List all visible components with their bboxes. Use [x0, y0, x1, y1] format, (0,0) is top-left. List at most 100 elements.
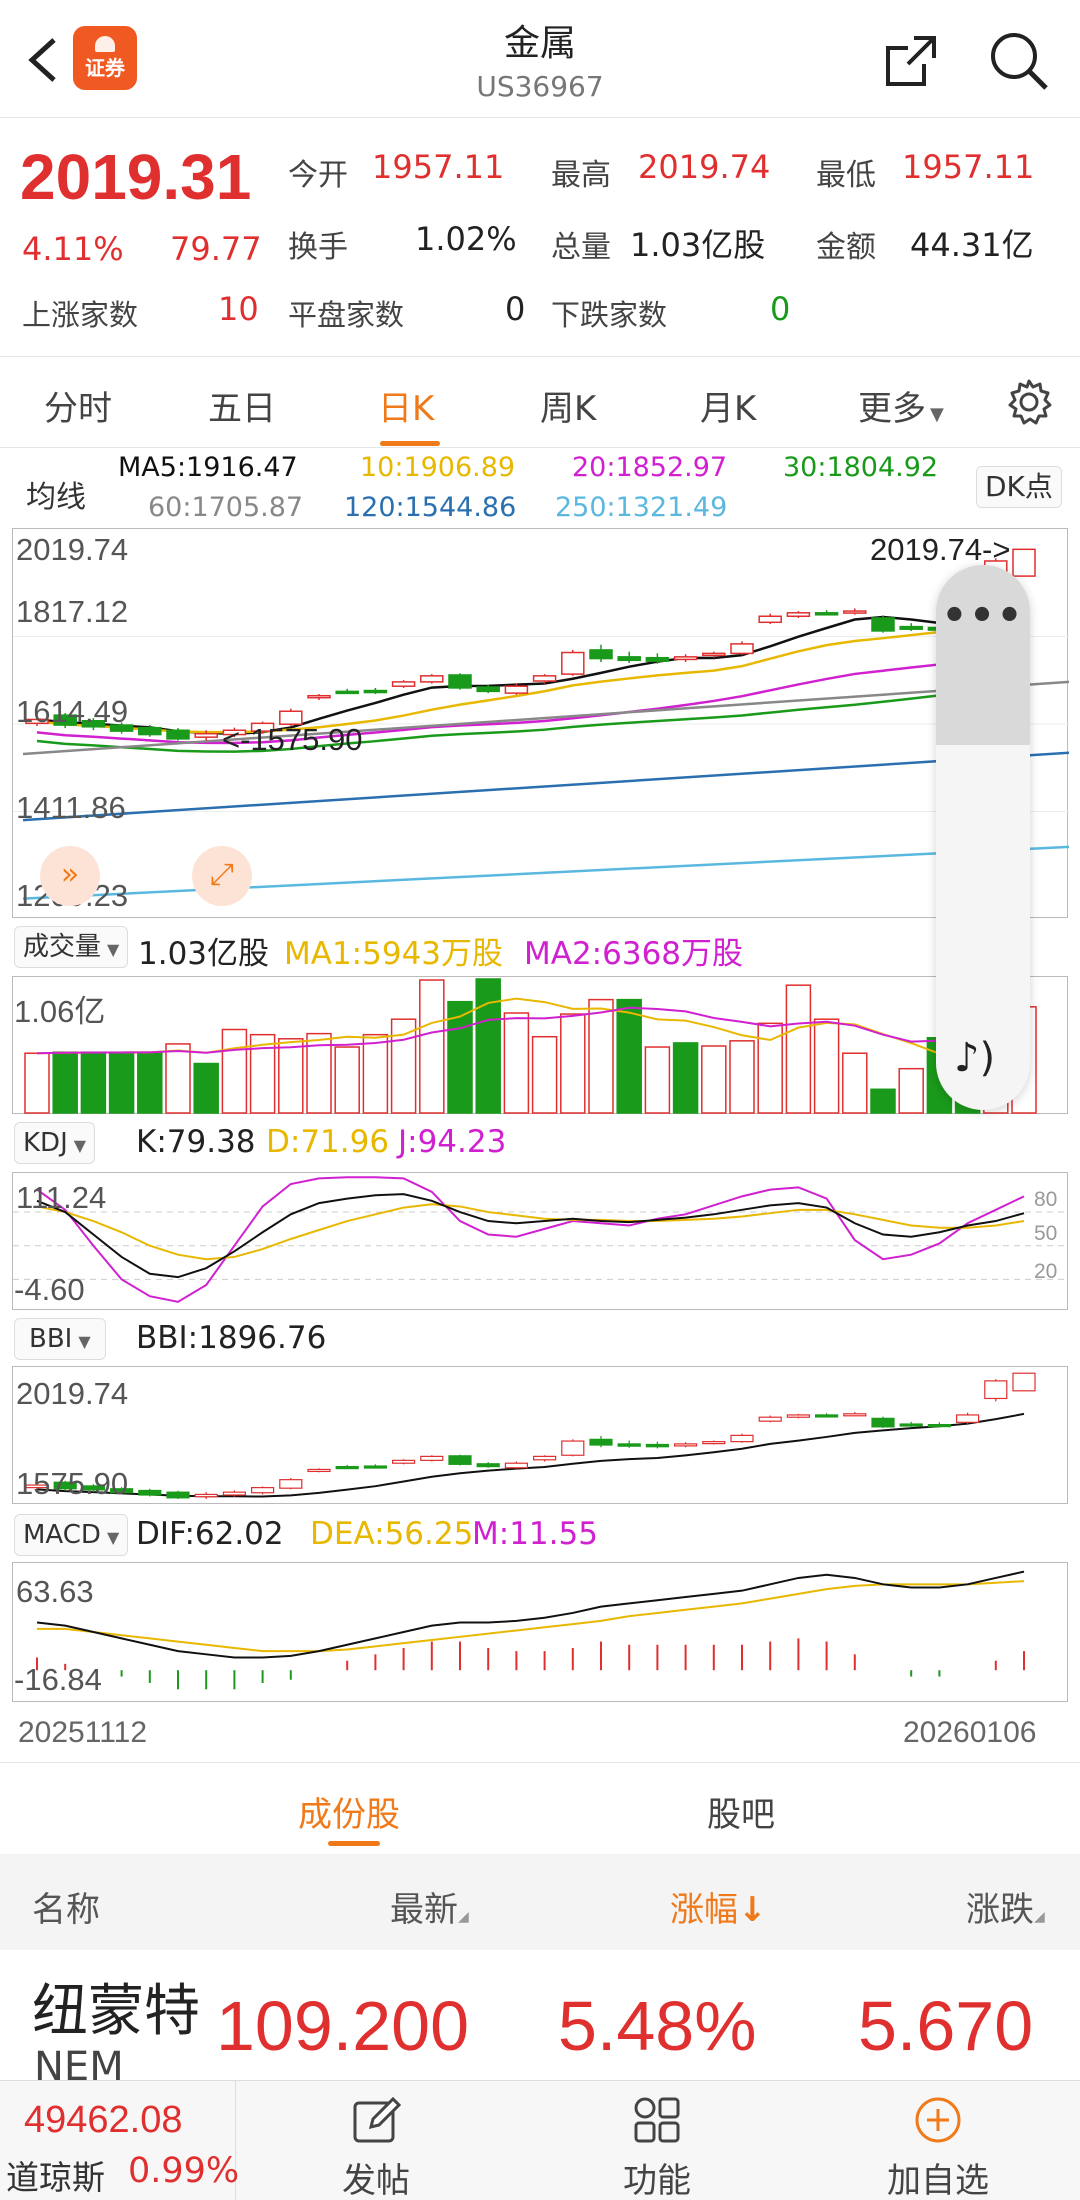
bottom-bar: 49462.08 道琼斯 0.99% 发帖 功能 加自选	[0, 2080, 1080, 2200]
table-header: 名称 最新◢ 涨幅↓ 涨跌◢	[0, 1854, 1080, 1950]
volume-indicator-selector[interactable]: 成交量 ▼	[14, 926, 129, 968]
add-watchlist-label: 加自选	[887, 2161, 989, 2200]
tab-forum[interactable]: 股吧	[707, 1787, 775, 1836]
tab-constituents[interactable]: 成份股	[298, 1787, 400, 1836]
tab-intraday[interactable]: 分时	[44, 381, 112, 430]
candle-body	[702, 652, 726, 657]
top-header: 证券 金属 US36967	[0, 0, 1080, 118]
volume-bar	[531, 1035, 558, 1114]
index-ticker[interactable]: 49462.08 道琼斯 0.99%	[0, 2081, 239, 2200]
change-amount: 79.77	[170, 230, 262, 268]
down-count-label: 下跌家数	[551, 298, 668, 332]
caret-down-icon: ▼	[930, 404, 944, 425]
sort-icon: ◢	[1034, 1909, 1045, 1925]
bbi-candle-body	[363, 1465, 387, 1469]
settings-gear-icon[interactable]	[1004, 377, 1054, 427]
dk-point-button[interactable]: DK点	[976, 466, 1062, 508]
macd-indicator-selector[interactable]: MACD ▼	[14, 1514, 129, 1556]
period-tabs: 分时 五日 日K 周K 月K 更多 ▼	[0, 356, 1080, 448]
ma-label[interactable]: 均线	[26, 472, 86, 516]
bbi-candle-body	[814, 1414, 839, 1418]
index-name: 道琼斯	[6, 2158, 105, 2197]
bbi-candle-body	[730, 1434, 754, 1443]
bbi-candle-body	[927, 1423, 952, 1428]
volume-bar	[842, 1052, 868, 1114]
ma5-value: MA5:1916.47	[118, 452, 298, 483]
volume-bar	[701, 1045, 727, 1114]
kdj-d: D:71.96	[266, 1124, 390, 1160]
bbi-candle-body	[617, 1443, 641, 1447]
volume-bar	[390, 1018, 417, 1114]
tab-monthly-k[interactable]: 月K	[700, 381, 756, 430]
tab-daily-k[interactable]: 日K	[378, 381, 434, 430]
col-change-pct[interactable]: 涨幅↓	[670, 1882, 767, 1931]
volume-label: 总量	[551, 230, 611, 265]
share-icon[interactable]	[884, 34, 938, 88]
up-count: 10	[218, 290, 259, 328]
bbi-candle-body	[307, 1468, 331, 1473]
sound-icon[interactable]: ♪)	[954, 1035, 995, 1081]
bbi-candle-body	[589, 1438, 613, 1446]
candle-body	[871, 617, 895, 632]
volume-bar	[588, 998, 614, 1114]
date-end: 20260106	[903, 1716, 1037, 1749]
bbi-chart[interactable]	[12, 1366, 1068, 1504]
open-value: 1957.11	[372, 148, 505, 186]
tab-more[interactable]: 更多 ▼	[858, 381, 944, 430]
volume-chart[interactable]	[12, 976, 1068, 1114]
bbi-candle-body	[673, 1443, 698, 1447]
more-dots-icon[interactable]: •••	[936, 593, 1030, 639]
kdj-chart[interactable]	[12, 1172, 1069, 1310]
caret-down-icon: ▼	[106, 1528, 120, 1547]
fullscreen-icon[interactable]: ⤢	[192, 846, 252, 906]
subtab-indicator	[328, 1841, 380, 1846]
bbi-candle-body	[532, 1455, 557, 1461]
change-percent: 4.11%	[22, 230, 124, 268]
bbi-indicator-selector[interactable]: BBI ▼	[14, 1318, 106, 1360]
volume-value: 1.03亿股	[138, 936, 270, 972]
flat-count: 0	[505, 290, 526, 328]
bbi-candle-body	[899, 1423, 923, 1427]
volume-value: 1.03亿股	[630, 226, 766, 264]
stock-change: 5.670	[858, 1987, 1034, 2065]
kdj-j: J:94.23	[398, 1124, 507, 1160]
post-button[interactable]: 发帖	[276, 2081, 476, 2200]
tab-five-day[interactable]: 五日	[208, 381, 276, 430]
ma250-value: 250:1321.49	[555, 492, 728, 523]
bbi-candle-body	[504, 1462, 528, 1469]
candle-body	[307, 694, 331, 699]
add-watchlist-button[interactable]: 加自选	[838, 2081, 1038, 2200]
kdj-svg	[13, 1176, 1069, 1303]
bbi-candle-body	[166, 1491, 190, 1499]
candle-body	[589, 649, 613, 660]
max-price-annotation: 2019.74->	[870, 532, 1011, 567]
candle-body	[363, 689, 388, 694]
macd-chart[interactable]	[12, 1562, 1068, 1702]
bbi-candle-body	[786, 1414, 811, 1418]
kline-chart[interactable]	[12, 528, 1070, 918]
features-button[interactable]: 功能	[557, 2081, 757, 2200]
candle-body	[673, 656, 698, 661]
expand-left-icon[interactable]: »	[40, 846, 100, 906]
ma10-value: 10:1906.89	[360, 452, 516, 483]
col-change[interactable]: 涨跌◢	[966, 1882, 1045, 1931]
ma120-value: 120:1544.86	[344, 492, 517, 523]
caret-down-icon: ▼	[73, 1136, 87, 1155]
kdj-indicator-selector[interactable]: KDJ ▼	[14, 1122, 96, 1164]
floating-toolbar[interactable]: ••• ♪)	[936, 565, 1030, 1110]
active-tab-indicator	[380, 441, 440, 446]
col-name: 名称	[32, 1890, 100, 1930]
volume-bar	[24, 1052, 50, 1114]
macd-dea: DEA:56.25	[310, 1516, 474, 1552]
bbi-candle-body	[420, 1455, 444, 1461]
volume-bar	[221, 1028, 248, 1114]
ma30-line	[36, 678, 1025, 753]
tab-weekly-k[interactable]: 周K	[540, 381, 596, 430]
bbi-candle-body	[702, 1441, 726, 1445]
volume-bar	[278, 1038, 304, 1114]
table-row[interactable]: 纽蒙特 NEM 109.200 5.48% 5.670	[0, 1950, 1080, 2080]
search-icon[interactable]	[988, 30, 1050, 92]
col-latest[interactable]: 最新◢	[390, 1882, 469, 1931]
volume-bar	[475, 978, 501, 1114]
turnover-value: 1.02%	[415, 220, 517, 258]
